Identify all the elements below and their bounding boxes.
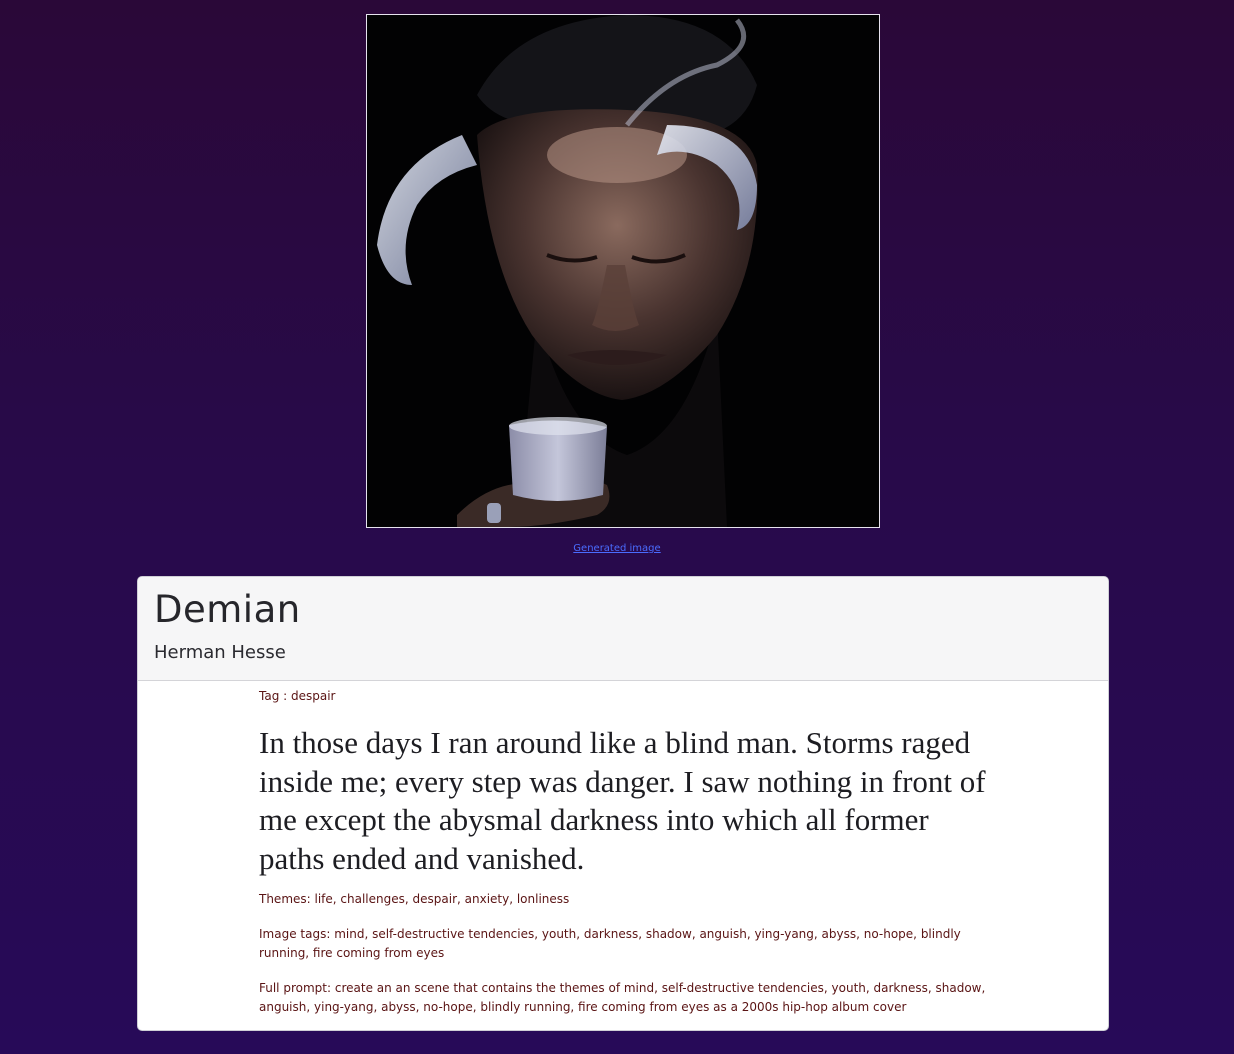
- themes-value: life, challenges, despair, anxiety, lonl…: [314, 892, 570, 906]
- full-prompt-line: Full prompt: create an an scene that con…: [259, 979, 987, 1017]
- quote-text: In those days I ran around like a blind …: [259, 725, 986, 876]
- tag-value: despair: [291, 689, 336, 703]
- tag-label: Tag :: [259, 689, 288, 703]
- book-title: Demian: [154, 588, 301, 631]
- portrait-illustration: [367, 15, 879, 527]
- full-prompt-label: Full prompt:: [259, 981, 332, 995]
- card-body: Tag : despair In those days I ran around…: [138, 687, 1108, 1017]
- quote-card: Demian Herman Hesse Tag : despair In tho…: [137, 576, 1109, 1031]
- card-header: Demian Herman Hesse: [138, 577, 1108, 681]
- tag-line: Tag : despair: [259, 687, 987, 706]
- themes-label: Themes:: [259, 892, 311, 906]
- image-tags-label: Image tags:: [259, 927, 331, 941]
- image-tags-value: mind, self-destructive tendencies, youth…: [259, 927, 961, 960]
- generated-artwork-image: [366, 14, 880, 528]
- full-prompt-value: create an an scene that contains the the…: [259, 981, 986, 1014]
- generated-image-link[interactable]: Generated image: [0, 543, 1234, 554]
- image-tags-line: Image tags: mind, self-destructive tende…: [259, 925, 987, 963]
- book-author: Herman Hesse: [154, 642, 286, 663]
- themes-line: Themes: life, challenges, despair, anxie…: [259, 890, 987, 909]
